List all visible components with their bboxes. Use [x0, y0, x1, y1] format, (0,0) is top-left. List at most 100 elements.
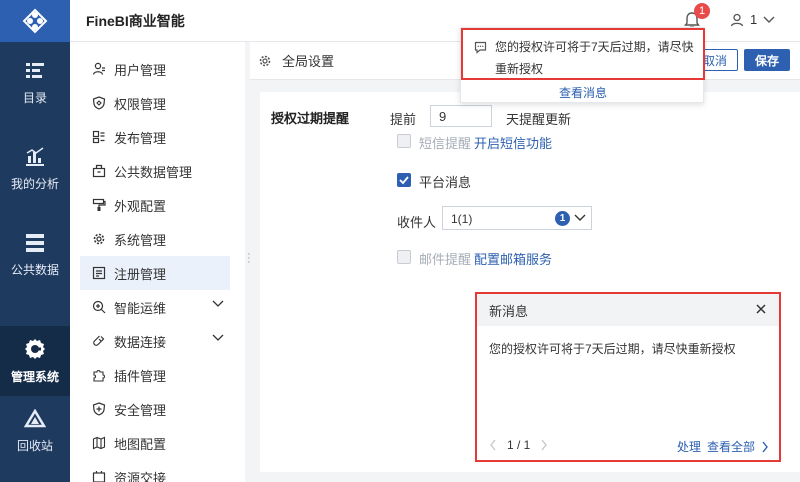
- gear-icon: [25, 338, 45, 359]
- ops-icon: [92, 300, 106, 314]
- nav-label: 管理系统: [10, 369, 59, 384]
- register-icon: [92, 266, 106, 280]
- view-all-link[interactable]: 查看全部: [707, 438, 755, 455]
- shield-icon: [92, 96, 106, 110]
- message-pager: 1 / 1: [489, 438, 548, 452]
- chevron-right-icon: [762, 441, 768, 452]
- gear-icon: [93, 233, 105, 245]
- pager-text: 1 / 1: [507, 438, 531, 452]
- nav-label: 公共数据: [10, 262, 59, 277]
- menu-item-user-management[interactable]: 用户管理: [80, 52, 230, 86]
- sms-label: 短信提醒: [419, 136, 472, 151]
- brush-icon: [92, 198, 106, 211]
- menu-item-label: 发布管理: [114, 130, 167, 146]
- user-icon: [730, 13, 744, 26]
- page-title: 全局设置: [258, 51, 334, 70]
- chevron-left-icon[interactable]: [489, 439, 497, 451]
- menu-item-data-connection[interactable]: 数据连接: [80, 324, 230, 358]
- nav-label: 目录: [22, 90, 47, 105]
- new-message-body: 您的授权许可将于7天后过期，请尽快重新授权: [489, 342, 736, 356]
- nav-public-data[interactable]: 公共数据: [0, 214, 70, 296]
- new-message-dialog: 新消息 您的授权许可将于7天后过期，请尽快重新授权 1 / 1 处理 查看全部: [475, 292, 781, 462]
- nav-label: 回收站: [16, 438, 53, 453]
- menu-item-label: 资源交接: [114, 470, 167, 482]
- menu-item-label: 公共数据管理: [114, 164, 193, 180]
- recycle-icon: [24, 408, 46, 427]
- public-data-icon: [26, 233, 44, 252]
- menu-item-appearance-config[interactable]: 外观配置: [80, 188, 230, 222]
- puzzle-icon: [93, 369, 106, 382]
- catalog-icon: [26, 62, 44, 78]
- notification-message[interactable]: 您的授权许可将于7天后过期，请尽快重新授权: [461, 28, 705, 80]
- menu-item-public-data-management[interactable]: 公共数据管理: [80, 154, 230, 188]
- new-message-title: 新消息: [489, 303, 529, 319]
- remind-prefix: 提前: [390, 112, 417, 127]
- menu-item-label: 插件管理: [114, 368, 167, 384]
- brand-title: FineBI商业智能: [86, 12, 185, 29]
- menu-item-label: 系统管理: [114, 232, 167, 248]
- notification-popup: 您的授权许可将于7天后过期，请尽快重新授权 查看消息: [460, 27, 705, 103]
- check-icon: [399, 176, 409, 185]
- user-menu[interactable]: 1: [730, 12, 775, 27]
- menu-item-label: 用户管理: [114, 62, 167, 78]
- security-icon: [92, 402, 106, 416]
- mail-label: 邮件提醒: [419, 252, 472, 267]
- menu-item-smart-ops[interactable]: 智能运维: [80, 290, 230, 324]
- configure-mail-link[interactable]: 配置邮箱服务: [474, 249, 552, 268]
- map-icon: [92, 436, 106, 450]
- mail-checkbox[interactable]: [397, 250, 411, 264]
- chevron-down-icon: [212, 300, 224, 307]
- menu-item-label: 数据连接: [114, 334, 167, 350]
- menu-item-label: 外观配置: [114, 198, 167, 214]
- page-title-text: 全局设置: [282, 54, 335, 69]
- receiver-value: 1(1): [451, 212, 473, 226]
- close-icon[interactable]: [755, 303, 767, 315]
- receiver-count-badge: 1: [555, 211, 570, 226]
- chevron-down-icon: [212, 334, 224, 341]
- section-label: 授权过期提醒: [271, 111, 350, 126]
- menu-item-security-management[interactable]: 安全管理: [80, 392, 230, 426]
- menu-item-permission-management[interactable]: 权限管理: [80, 86, 230, 120]
- menu-item-plugin-management[interactable]: 插件管理: [80, 358, 230, 392]
- sms-checkbox[interactable]: [397, 134, 411, 148]
- notification-badge: 1: [694, 3, 710, 19]
- publish-icon: [92, 130, 105, 144]
- menu-item-publish-management[interactable]: 发布管理: [80, 120, 230, 154]
- user-icon: [92, 62, 105, 75]
- notification-text: 您的授权许可将于7天后过期，请尽快重新授权: [495, 40, 694, 76]
- admin-menu: 用户管理 权限管理 发布管理 公共数据管理 外观配置 系统管理 注册管理 智能运…: [70, 42, 245, 482]
- platform-message-label: 平台消息: [419, 175, 472, 190]
- menu-item-resource-handover[interactable]: 资源交接: [80, 460, 230, 482]
- nav-admin-system[interactable]: 管理系统: [0, 326, 70, 396]
- menu-item-label: 权限管理: [114, 96, 167, 112]
- menu-item-system-management[interactable]: 系统管理: [80, 222, 230, 256]
- menu-item-map-config[interactable]: 地图配置: [80, 426, 230, 460]
- save-button[interactable]: 保存: [744, 49, 790, 71]
- menu-item-label: 注册管理: [114, 266, 167, 282]
- nav-catalog[interactable]: 目录: [0, 42, 70, 124]
- logo-icon: [22, 8, 48, 34]
- chevron-down-icon: [574, 214, 586, 221]
- enable-sms-link[interactable]: 开启短信功能: [474, 133, 552, 152]
- resource-icon: [92, 471, 106, 482]
- analysis-icon: [26, 146, 44, 166]
- handle-link[interactable]: 处理: [677, 438, 701, 455]
- user-name: 1: [750, 12, 758, 27]
- view-message-link[interactable]: 查看消息: [461, 84, 705, 101]
- chevron-right-icon[interactable]: [540, 439, 548, 451]
- message-actions: 处理 查看全部: [677, 438, 769, 455]
- platform-message-checkbox[interactable]: [397, 173, 411, 187]
- left-nav: 目录 我的分析 公共数据 管理系统 回收站: [0, 0, 70, 482]
- nav-my-analysis[interactable]: 我的分析: [0, 128, 70, 210]
- nav-recycle-bin[interactable]: 回收站: [0, 396, 70, 466]
- receiver-select[interactable]: 1(1) 1: [442, 206, 592, 230]
- message-icon: [474, 41, 487, 54]
- menu-item-registration-management[interactable]: 注册管理: [80, 256, 230, 290]
- remind-days-input[interactable]: [430, 105, 492, 127]
- app-logo[interactable]: [0, 0, 70, 42]
- new-message-header: 新消息: [477, 294, 779, 326]
- link-icon: [93, 335, 105, 346]
- menu-item-label: 地图配置: [114, 436, 167, 452]
- box-icon: [92, 164, 106, 178]
- gear-icon: [259, 55, 271, 66]
